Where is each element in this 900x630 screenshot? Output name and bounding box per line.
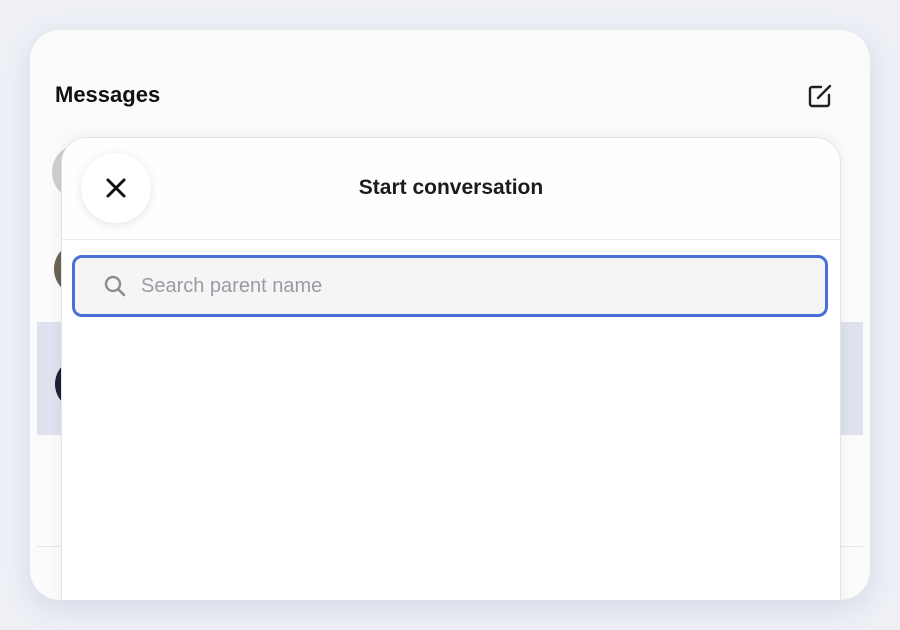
messages-panel: Messages ◦ ⌄ ○ Start conversation	[30, 30, 870, 600]
start-conversation-sheet: Start conversation	[61, 137, 841, 600]
compose-icon	[808, 84, 832, 108]
compose-button[interactable]	[804, 80, 836, 112]
sheet-title: Start conversation	[358, 176, 544, 199]
sheet-header: Start conversation	[62, 138, 840, 240]
search-input[interactable]	[139, 265, 825, 307]
page-title: Messages	[55, 82, 161, 107]
search-field[interactable]	[72, 255, 828, 317]
search-icon	[103, 274, 127, 298]
